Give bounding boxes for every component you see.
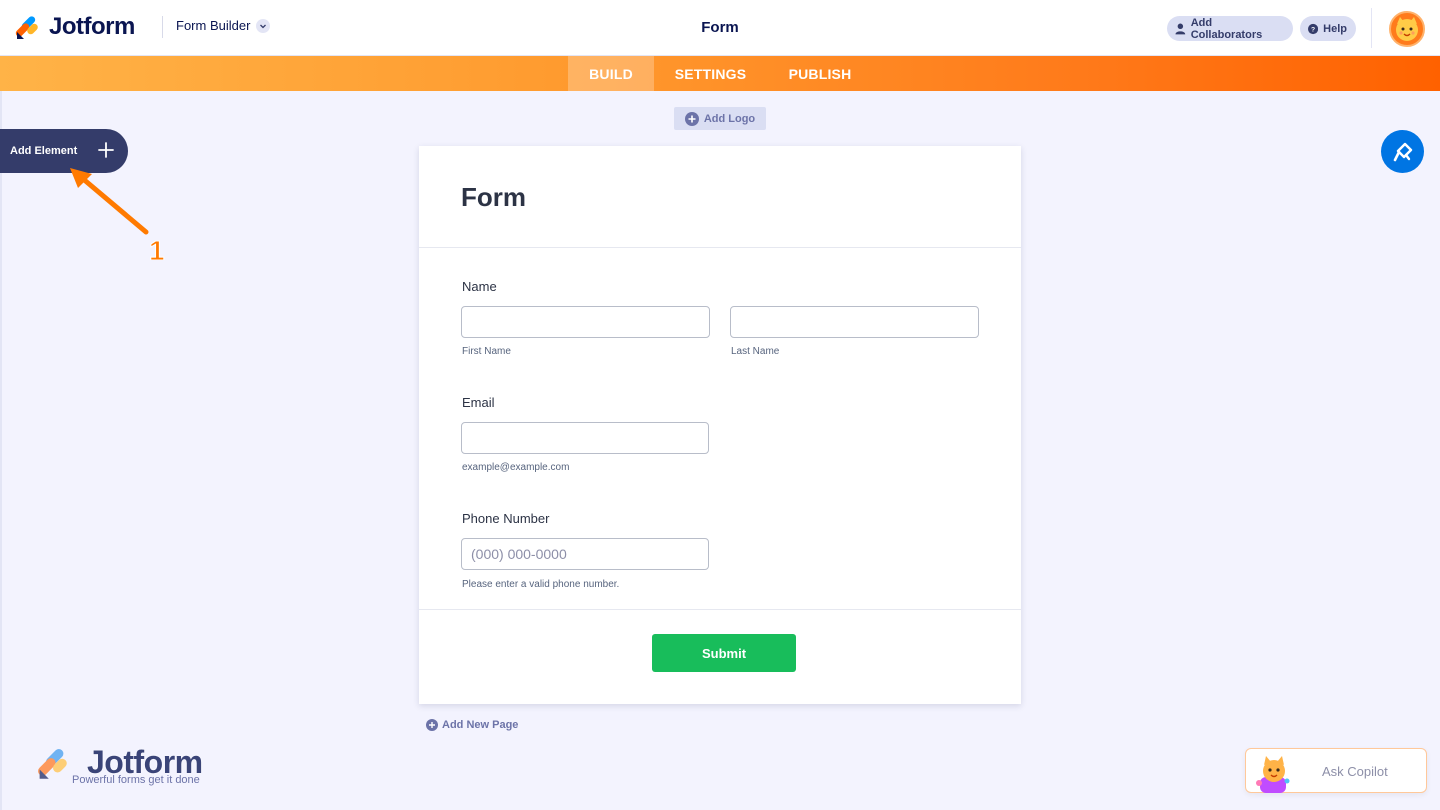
plus-icon	[98, 142, 114, 158]
paint-roller-icon	[1393, 142, 1412, 161]
help-button[interactable]: ? Help	[1300, 16, 1356, 41]
watermark-tagline: Powerful forms get it done	[72, 774, 200, 786]
svg-text:?: ?	[1311, 26, 1315, 33]
ask-copilot-label: Ask Copilot	[1322, 764, 1388, 779]
cat-avatar-icon	[1396, 17, 1418, 41]
top-header: Jotform Form Builder Form Add Collaborat…	[0, 0, 1440, 56]
annotation-arrow-icon: 1	[70, 168, 165, 260]
phone-field-label: Phone Number	[462, 511, 550, 526]
last-name-input[interactable]	[730, 306, 979, 338]
tab-publish[interactable]: PUBLISH	[779, 56, 861, 91]
name-field-label: Name	[462, 279, 497, 294]
email-sublabel: example@example.com	[462, 462, 570, 473]
user-avatar[interactable]	[1389, 11, 1425, 47]
last-name-sublabel: Last Name	[731, 346, 780, 357]
builder-nav: BUILD SETTINGS PUBLISH	[0, 56, 1440, 91]
brand-name: Jotform	[49, 13, 135, 40]
jotform-watermark-icon	[38, 749, 67, 779]
first-name-input[interactable]	[461, 306, 710, 338]
help-icon: ?	[1308, 23, 1319, 34]
first-name-sublabel: First Name	[462, 346, 511, 357]
form-designer-button[interactable]	[1381, 130, 1424, 173]
form-builder-dropdown[interactable]: Form Builder	[176, 18, 271, 33]
user-icon	[1175, 23, 1186, 34]
phone-sublabel: Please enter a valid phone number.	[462, 579, 620, 590]
phone-placeholder: (000) 000-0000	[471, 546, 567, 562]
submit-button[interactable]: Submit	[652, 634, 796, 672]
tab-build[interactable]: BUILD	[568, 56, 654, 91]
add-collaborators-button[interactable]: Add Collaborators	[1167, 16, 1293, 41]
plus-circle-icon	[426, 719, 438, 731]
email-field-label: Email	[462, 395, 495, 410]
left-rail	[0, 91, 2, 810]
copilot-cat-icon	[1256, 756, 1290, 793]
form-heading[interactable]: Form	[461, 182, 526, 213]
form-builder-label: Form Builder	[176, 18, 251, 33]
form-card: Form Name First Name Last Name Email exa…	[419, 146, 1021, 704]
jotform-logo[interactable]: Jotform	[15, 13, 135, 41]
add-logo-label: Add Logo	[703, 112, 756, 125]
plus-circle-icon	[684, 111, 699, 126]
form-header-divider	[419, 247, 1021, 248]
phone-input[interactable]: (000) 000-0000	[461, 538, 709, 570]
tab-settings[interactable]: SETTINGS	[663, 56, 758, 91]
chevron-down-icon	[256, 18, 271, 33]
ask-copilot-button[interactable]: Ask Copilot	[1245, 748, 1427, 793]
header-divider	[162, 16, 163, 38]
email-input[interactable]	[461, 422, 709, 454]
annotation-step-number: 1	[149, 235, 165, 260]
help-label: Help	[1323, 22, 1347, 35]
add-new-page-label: Add New Page	[442, 719, 519, 731]
jotform-logo-icon	[15, 16, 38, 39]
form-footer-divider	[419, 609, 1021, 610]
jotform-watermark: Jotform Powerful forms get it done	[37, 744, 217, 790]
header-divider-right	[1371, 8, 1372, 48]
add-logo-button[interactable]: Add Logo	[674, 107, 766, 130]
add-element-label: Add Element	[10, 145, 78, 157]
add-new-page-button[interactable]: Add New Page	[426, 719, 518, 731]
add-collaborators-label: Add Collaborators	[1190, 16, 1263, 41]
